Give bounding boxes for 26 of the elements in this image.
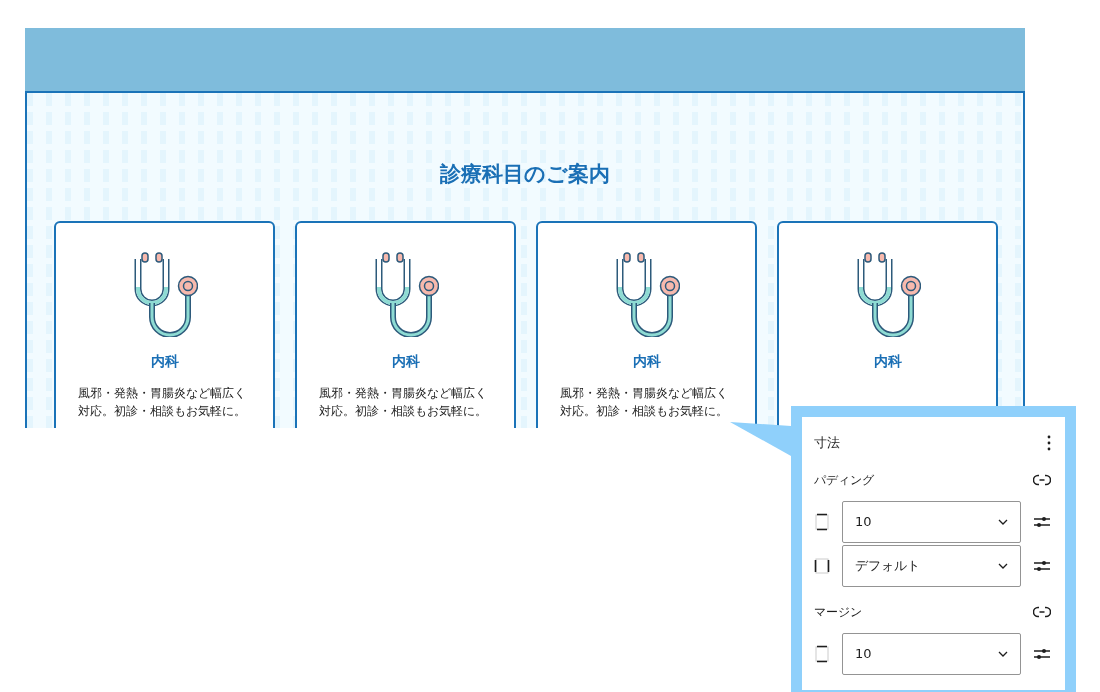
card-description: 風邪・発熱・胃腸炎など幅広く対応。初診・相談もお気軽に。: [318, 384, 488, 420]
card-title: 内科: [391, 351, 420, 371]
more-options-icon[interactable]: [1047, 434, 1051, 451]
chevron-down-icon: [998, 562, 1008, 569]
custom-value-icon[interactable]: [1033, 558, 1051, 573]
side-icon: [814, 556, 830, 575]
link-sides-icon[interactable]: [1033, 473, 1051, 486]
group-label: マージン: [814, 603, 862, 621]
size-select[interactable]: 10: [842, 632, 1021, 675]
size-select[interactable]: デフォルト: [842, 544, 1021, 587]
size-select[interactable]: 10: [842, 500, 1021, 543]
card-title: 内科: [873, 351, 902, 371]
card-title: 内科: [150, 351, 179, 371]
side-icon: [814, 512, 830, 531]
link-sides-icon[interactable]: [1033, 605, 1051, 618]
side-icon: [814, 644, 830, 663]
card-title: 内科: [632, 351, 661, 371]
card-description: 風邪・発熱・胃腸炎など幅広く対応。初診・相談もお気軽に。: [559, 384, 729, 420]
panel-title: 寸法: [814, 434, 840, 452]
card-description: 風邪・発熱・胃腸炎など幅広く対応。初診・相談もお気軽に。: [77, 384, 247, 420]
section-heading: 診療科目のご案内: [440, 161, 610, 188]
chevron-down-icon: [998, 650, 1008, 657]
custom-value-icon[interactable]: [1033, 646, 1051, 661]
group-label: パディング: [814, 471, 874, 489]
chevron-down-icon: [998, 518, 1008, 525]
custom-value-icon[interactable]: [1033, 514, 1051, 529]
